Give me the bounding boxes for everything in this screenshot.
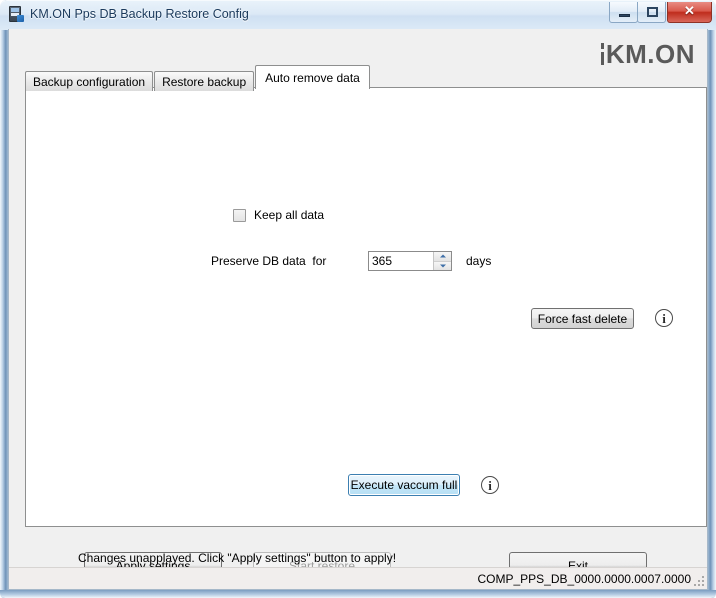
title-bar-content: KM.ON Pps DB Backup Restore Config xyxy=(8,6,249,22)
close-icon: ✕ xyxy=(684,3,695,18)
window-frame-right xyxy=(708,0,716,598)
info-glyph: i xyxy=(488,477,492,493)
preserve-db-data-row: Preserve DB data for days xyxy=(211,250,491,272)
logo-k-bar-icon xyxy=(600,43,604,65)
execute-vaccum-full-info-icon[interactable]: i xyxy=(481,476,499,494)
window-controls: ✕ xyxy=(609,2,712,24)
info-glyph: i xyxy=(662,310,666,326)
km-on-logo: KM.ON xyxy=(600,39,695,69)
window-title: KM.ON Pps DB Backup Restore Config xyxy=(30,7,249,21)
preserve-days-stepper[interactable] xyxy=(368,251,452,271)
stepper-down-icon[interactable] xyxy=(434,260,451,270)
logo-text: KM.ON xyxy=(605,39,695,69)
days-unit-label: days xyxy=(466,254,492,268)
status-bar: COMP_PPS_DB_0000.0000.0007.0000 xyxy=(9,567,707,589)
force-fast-delete-info-icon[interactable]: i xyxy=(655,309,673,327)
tab-label: Restore backup xyxy=(162,74,247,89)
window-frame-bottom xyxy=(0,590,716,598)
title-bar[interactable]: KM.ON Pps DB Backup Restore Config ✕ xyxy=(0,0,716,30)
tab-label: Auto remove data xyxy=(265,70,360,85)
tab-restore-backup[interactable]: Restore backup xyxy=(154,71,255,91)
keep-all-data-label: Keep all data xyxy=(254,208,325,222)
force-fast-delete-button[interactable]: Force fast delete xyxy=(531,308,634,329)
execute-vaccum-full-label: Execute vaccum full xyxy=(350,478,458,492)
tab-backup-configuration[interactable]: Backup configuration xyxy=(25,71,154,91)
version-label: COMP_PPS_DB_0000.0000.0007.0000 xyxy=(477,571,692,586)
database-app-icon xyxy=(8,6,24,22)
stepper-up-icon[interactable] xyxy=(434,252,451,261)
force-fast-delete-label: Force fast delete xyxy=(537,311,628,326)
application-window: KM.ON Pps DB Backup Restore Config ✕ KM.… xyxy=(0,0,716,598)
auto-remove-data-panel: Keep all data Preserve DB data for days … xyxy=(25,87,707,565)
keep-all-data-checkbox[interactable] xyxy=(233,208,246,222)
preserve-db-data-label: Preserve DB data for xyxy=(211,254,327,268)
stepper-buttons xyxy=(433,252,451,270)
execute-vaccum-full-button[interactable]: Execute vaccum full xyxy=(348,474,460,496)
restore-button[interactable] xyxy=(637,2,666,23)
window-frame-left xyxy=(0,0,8,598)
tab-strip: Backup configuration Restore backup Auto… xyxy=(25,65,371,91)
unapplied-changes-message: Changes unapplayed. Click "Apply setting… xyxy=(78,551,397,565)
keep-all-data-row: Keep all data xyxy=(233,208,324,222)
tab-auto-remove-data[interactable]: Auto remove data xyxy=(255,65,370,89)
close-button[interactable]: ✕ xyxy=(667,2,712,23)
tab-label: Backup configuration xyxy=(33,74,146,89)
minimize-button[interactable] xyxy=(609,2,638,23)
preserve-days-input[interactable] xyxy=(369,252,433,270)
resize-grip-icon[interactable] xyxy=(692,574,704,586)
client-area: KM.ON Backup configuration Restore backu… xyxy=(8,29,708,590)
